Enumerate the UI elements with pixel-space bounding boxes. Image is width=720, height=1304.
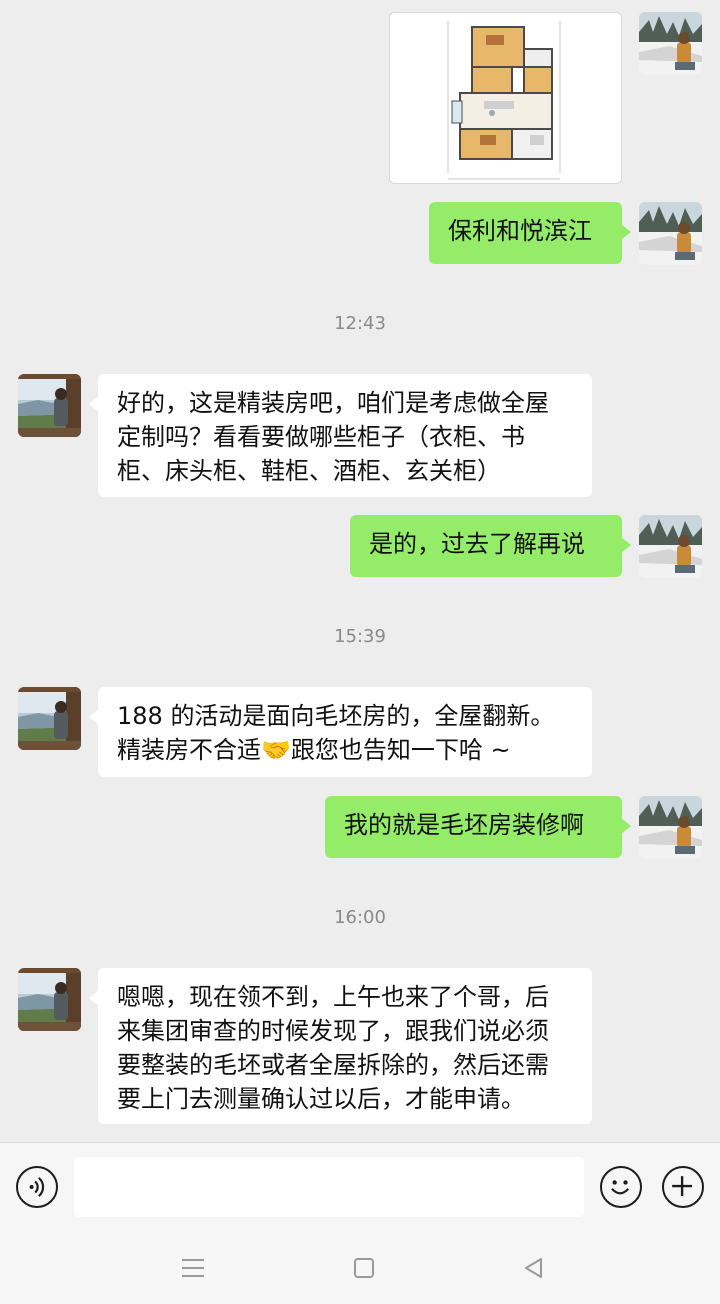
home-square-icon[interactable]	[350, 1254, 378, 1282]
my-avatar[interactable]	[639, 202, 702, 265]
my-avatar[interactable]	[639, 796, 702, 859]
voice-icon[interactable]	[16, 1166, 58, 1208]
chat-area[interactable]: 保利和悦滨江 12:43 好的，这是精装房吧，咱们是考虑做全屋 定制吗？看看要做…	[0, 0, 720, 1142]
system-nav-bar	[0, 1232, 720, 1304]
sent-message-bubble[interactable]: 我的就是毛坯房装修啊	[325, 796, 631, 858]
menu-icon[interactable]	[179, 1254, 207, 1282]
emoji-icon[interactable]	[600, 1166, 642, 1208]
received-message-bubble[interactable]: 好的，这是精装房吧，咱们是考虑做全屋 定制吗？看看要做哪些柜子（衣柜、书 柜、床…	[89, 374, 592, 497]
contact-avatar[interactable]	[18, 374, 81, 437]
received-message-bubble[interactable]: 188 的活动是面向毛坯房的，全屋翻新。 精装房不合适🤝跟您也告知一下哈 ~	[89, 687, 592, 777]
my-avatar[interactable]	[639, 12, 702, 75]
sent-message-bubble[interactable]: 是的，过去了解再说	[350, 515, 631, 577]
sent-message-bubble[interactable]: 保利和悦滨江	[429, 202, 631, 264]
plus-icon[interactable]	[662, 1166, 704, 1208]
timestamp: 16:00	[334, 907, 386, 928]
contact-avatar[interactable]	[18, 687, 81, 750]
received-message-bubble[interactable]: 嗯嗯，现在领不到，上午也来了个哥，后 来集团审查的时候发现了，跟我们说必须 要整…	[89, 968, 592, 1124]
floor-plan-image[interactable]	[389, 12, 622, 184]
my-avatar[interactable]	[639, 515, 702, 578]
contact-avatar[interactable]	[18, 968, 81, 1031]
message-input[interactable]	[74, 1157, 584, 1217]
timestamp: 12:43	[334, 313, 386, 334]
back-triangle-icon[interactable]	[520, 1254, 548, 1282]
input-bar	[0, 1142, 720, 1232]
timestamp: 15:39	[334, 626, 386, 647]
